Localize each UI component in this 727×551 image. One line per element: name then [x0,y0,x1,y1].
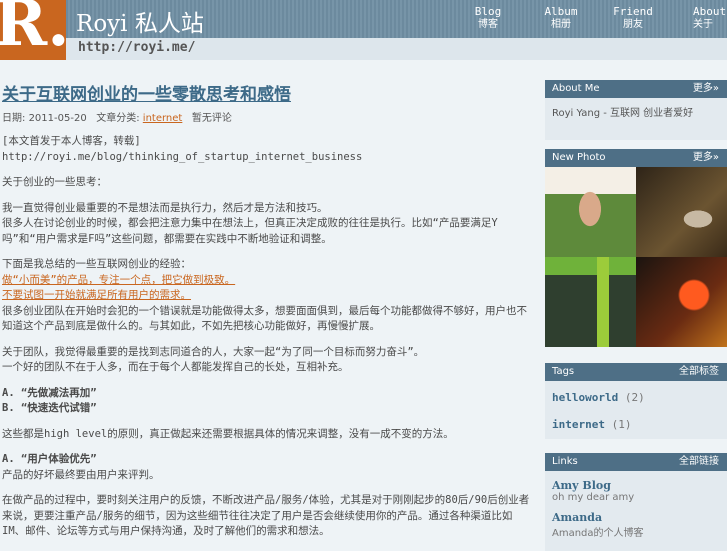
photo-header: New Photo 更多» [545,149,727,167]
list-item: A. “用户体验优先” [2,453,97,465]
list-item: B. “快速迭代试错” [2,402,97,414]
tags-widget: Tags 全部标签 helloworld (2) internet (1) [545,363,727,439]
tag-name[interactable]: helloworld [552,391,618,404]
nav-album[interactable]: Album 相册 [544,5,578,31]
sidebar: About Me 更多» Royi Yang - 互联网 创业者爱好 New P… [545,80,727,551]
links-body: Amy Blog oh my dear amy Amanda Amanda的个人… [545,471,727,551]
link-desc: Amanda的个人博客 [552,528,644,539]
photo-thumbnail[interactable] [545,167,636,257]
category-label: 文章分类: [96,113,140,124]
category-link[interactable]: internet [143,113,183,124]
comment-count[interactable]: 暂无评论 [192,113,232,124]
about-widget: About Me 更多» Royi Yang - 互联网 创业者爱好 [545,80,727,140]
paragraph: 我一直觉得创业最重要的不是想法而是执行力，然后才是方法和技巧。 [2,201,328,214]
list-item: A. “先做减法再加” [2,386,97,399]
paragraph: 一个好的团队不在于人多，而在于每个人都能发挥自己的长处，互相补充。 [2,361,349,373]
post-title[interactable]: 关于互联网创业的一些零散思考和感悟 [2,80,532,105]
nav-album-sub: 相册 [551,19,571,30]
paragraph: 下面是我总结的一些互联网创业的经验： [2,258,191,270]
paragraph: 在做产品的过程中，要时刻关注用户的反馈，不断改进产品/服务/体验，尤其是对于刚刚… [2,494,530,537]
nav-blog[interactable]: Blog 博客 [474,5,502,31]
nav-about[interactable]: About 关于 [693,5,727,31]
nav-friend-label: Friend [613,5,653,18]
photo-grid [545,167,727,347]
nav-album-label: Album [544,5,578,18]
nav-friend[interactable]: Friend 朋友 [613,5,653,31]
source-link[interactable]: http://royi.me/blog/thinking_of_startup_… [2,151,362,163]
tag-name[interactable]: internet [552,418,605,431]
about-text: Royi Yang - 互联网 创业者爱好 [552,108,694,119]
paragraph: 关于团队，我觉得最重要的是找到志同道合的人，大家一起“为了同一个目标而努力奋斗”… [2,345,425,358]
nav-friend-sub: 朋友 [623,19,643,30]
paragraph: 很多人在讨论创业的时候，都会把注意力集中在想法上，但真正决定成败的往往是执行。比… [2,217,498,245]
post: 关于互联网创业的一些零散思考和感悟 日期: 2011-05-20 文章分类: i… [2,80,532,550]
photo-title: New Photo [552,152,606,163]
site-url[interactable]: http://royi.me/ [78,40,195,55]
post-meta: 日期: 2011-05-20 文章分类: internet 暂无评论 [2,109,532,124]
nav-blog-sub: 博客 [478,19,498,30]
content-link[interactable]: 做“小而美”的产品，专注一个点，把它做到极致。 [2,274,235,286]
tag-count: (2) [624,391,645,404]
link-desc: oh my dear amy [552,492,635,503]
post-date: 2011-05-20 [28,113,87,124]
paragraph: 产品的好坏最终要由用户来评判。 [2,468,160,481]
paragraph: 很多创业团队在开始时会犯的一个错误就是功能做得太多，想要面面俱到，最后每个功能都… [2,304,527,333]
tag-count: (1) [611,418,632,431]
tags-more-link[interactable]: 全部标签 [679,363,719,381]
about-more-link[interactable]: 更多» [693,80,719,98]
photo-more-link[interactable]: 更多» [693,149,719,167]
tag-item[interactable]: internet (1) [552,418,720,431]
post-content: [本文首发于本人博客，转载] http://royi.me/blog/think… [2,134,532,540]
link-item[interactable]: Amy Blog oh my dear amy [552,479,720,503]
link-name[interactable]: Amanda [552,511,720,524]
nav-about-label: About [693,5,727,18]
date-label: 日期: [2,113,26,124]
tags-body: helloworld (2) internet (1) [545,381,727,439]
tags-title: Tags [552,366,575,377]
tags-header: Tags 全部标签 [545,363,727,381]
links-title: Links [552,456,578,467]
link-name[interactable]: Amy Blog [552,479,720,492]
content-link[interactable]: 不要试图一开始就满足所有用户的需求。 [2,289,191,301]
about-header: About Me 更多» [545,80,727,98]
photo-widget: New Photo 更多» [545,149,727,347]
photo-thumbnail[interactable] [636,167,727,257]
nav-blog-label: Blog [474,5,502,18]
links-header: Links 全部链接 [545,453,727,471]
paragraph: [本文首发于本人博客，转载] [2,135,141,147]
photo-thumbnail[interactable] [636,257,727,347]
about-body: Royi Yang - 互联网 创业者爱好 [545,98,727,140]
link-item[interactable]: Amanda Amanda的个人博客 [552,511,720,539]
paragraph: 关于创业的一些思考： [2,176,107,188]
links-more-link[interactable]: 全部链接 [679,453,719,471]
nav-about-sub: 关于 [693,19,713,30]
paragraph: 这些都是high level的原则，真正做起来还需要根据具体的情况来调整，没有一… [2,427,454,440]
links-widget: Links 全部链接 Amy Blog oh my dear amy Amand… [545,453,727,551]
tag-item[interactable]: helloworld (2) [552,391,720,404]
main-nav: Blog 博客 Album 相册 Friend 朋友 About 关于 [0,5,727,35]
photo-thumbnail[interactable] [545,257,636,347]
about-title: About Me [552,83,600,94]
